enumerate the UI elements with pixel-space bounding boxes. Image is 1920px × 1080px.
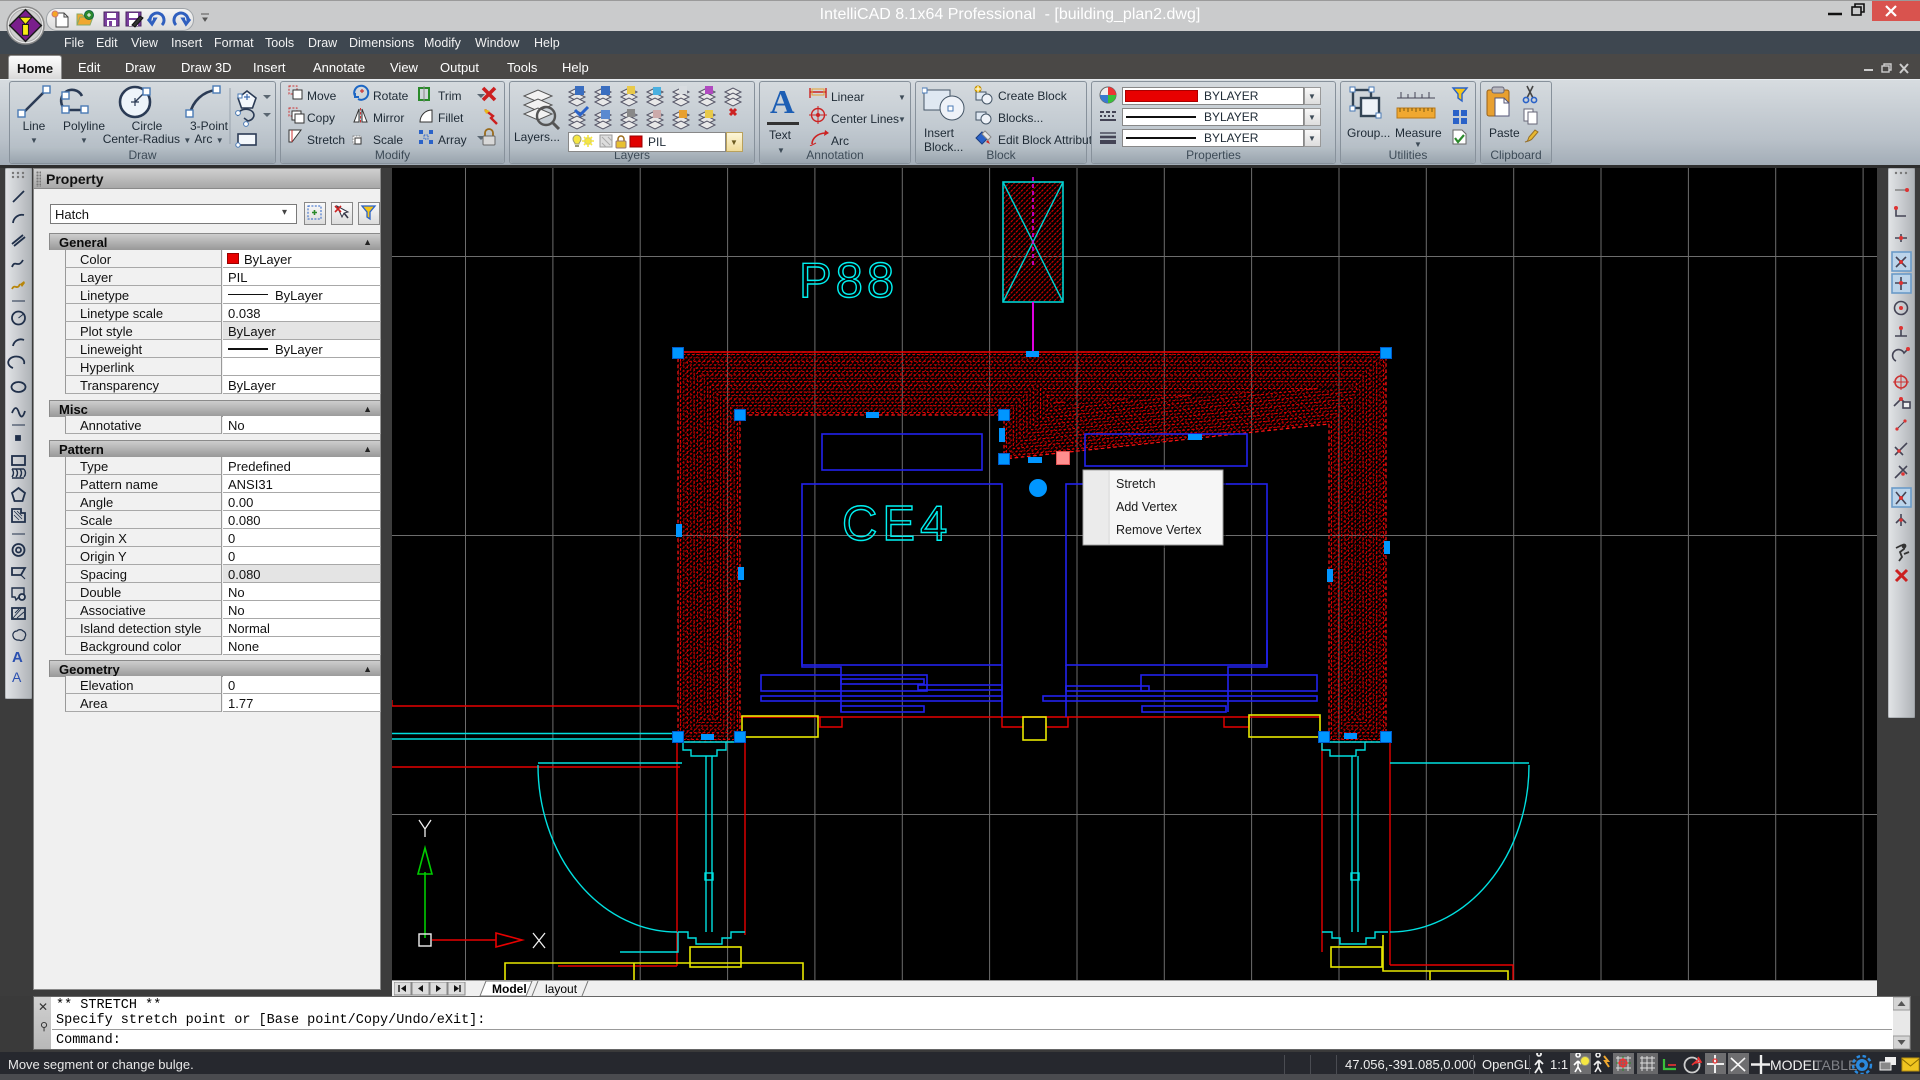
svg-text:Remove Vertex: Remove Vertex <box>1116 523 1202 537</box>
svg-text:1:1: 1:1 <box>1550 1057 1568 1072</box>
svg-text:P88: P88 <box>799 254 898 308</box>
svg-text:Stretch: Stretch <box>1116 477 1156 491</box>
svg-text:A: A <box>12 649 23 666</box>
svg-text:CE4: CE4 <box>842 497 952 551</box>
svg-text:Add Vertex: Add Vertex <box>1116 500 1178 514</box>
svg-text:Model: Model <box>492 982 527 996</box>
svg-text:layout: layout <box>545 982 578 996</box>
svg-text:A: A <box>12 669 22 685</box>
